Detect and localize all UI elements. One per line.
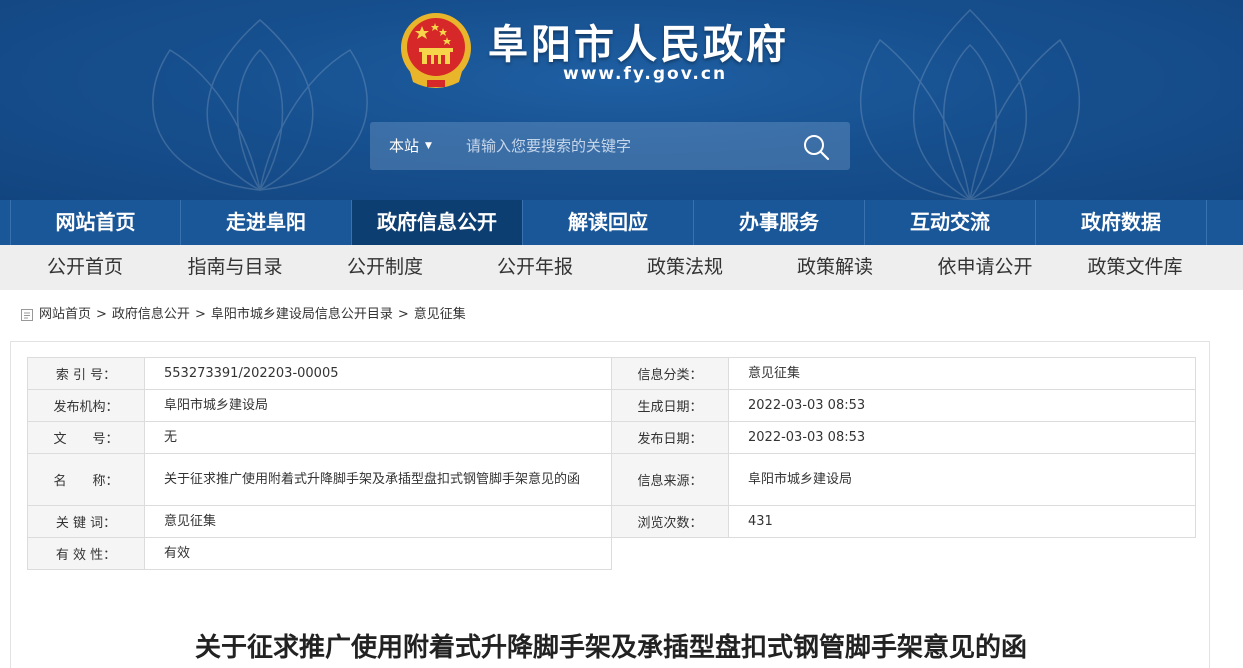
site-url: www.fy.gov.cn	[563, 64, 728, 84]
sub-nav-annual-report[interactable]: 公开年报	[460, 245, 610, 290]
nav-item-interaction[interactable]: 互动交流	[865, 200, 1036, 245]
search-icon[interactable]	[802, 133, 830, 161]
sub-nav-disclosure-home[interactable]: 公开首页	[10, 245, 160, 290]
lotus-decoration-left	[152, 19, 368, 192]
main-nav: 网站首页 走进阜阳 政府信息公开 解读回应 办事服务 互动交流 政府数据	[0, 200, 1243, 245]
table-row: 索 引 号： 553273391/202203-00005 信息分类： 意见征集	[27, 357, 1196, 390]
search-box: 本站 ▼	[370, 122, 850, 170]
sub-nav: 公开首页 指南与目录 公开制度 公开年报 政策法规 政策解读 依申请公开 政策文…	[0, 245, 1243, 290]
table-row: 文 号： 无 发布日期： 2022-03-03 08:53	[27, 421, 1196, 454]
sub-nav-disclosure-system[interactable]: 公开制度	[310, 245, 460, 290]
lotus-decoration-right	[859, 8, 1081, 200]
site-title: 阜阳市人民政府	[488, 22, 789, 68]
article-title: 关于征求推广使用附着式升降脚手架及承插型盘扣式钢管脚手架意见的函	[194, 633, 1027, 663]
breadcrumb-separator: >	[96, 307, 107, 322]
breadcrumb-separator: >	[397, 307, 409, 322]
index-no-label: 索 引 号：	[27, 357, 145, 390]
info-table: 索 引 号： 553273391/202203-00005 信息分类： 意见征集…	[27, 357, 1196, 570]
validity-value: 有效	[144, 537, 612, 570]
table-empty-cell	[612, 538, 1196, 570]
source-label: 信息来源：	[611, 453, 729, 506]
nav-item-about-fuyang[interactable]: 走进阜阳	[181, 200, 352, 245]
sub-nav-apply-disclosure[interactable]: 依申请公开	[910, 245, 1060, 290]
table-row: 关 键 词： 意见征集 浏览次数： 431	[27, 505, 1196, 538]
sub-nav-policy-library[interactable]: 政策文件库	[1060, 245, 1210, 290]
publisher-value: 阜阳市城乡建设局	[144, 389, 612, 422]
views-value: 431	[728, 505, 1196, 538]
published-date-value: 2022-03-03 08:53	[728, 421, 1196, 454]
doc-name-value: 关于征求推广使用附着式升降脚手架及承插型盘扣式钢管脚手架意见的函	[144, 453, 612, 506]
doc-no-value: 无	[144, 421, 612, 454]
search-scope-label: 本站	[389, 137, 420, 155]
nav-item-home[interactable]: 网站首页	[10, 200, 181, 245]
sub-nav-guide-catalog[interactable]: 指南与目录	[160, 245, 310, 290]
breadcrumb-separator: >	[194, 307, 206, 322]
caret-down-icon: ▼	[425, 141, 432, 151]
published-date-label: 发布日期：	[611, 421, 729, 454]
nav-item-gov-data[interactable]: 政府数据	[1036, 200, 1207, 245]
doc-name-label: 名 称：	[27, 453, 145, 506]
breadcrumb: 网站首页 > 政府信息公开 > 阜阳市城乡建设局信息公开目录 > 意见征集	[20, 306, 466, 324]
search-scope-dropdown[interactable]: 本站 ▼	[389, 122, 432, 170]
content-panel: 索 引 号： 553273391/202203-00005 信息分类： 意见征集…	[10, 341, 1210, 668]
index-no-value: 553273391/202203-00005	[144, 357, 612, 390]
table-row: 有 效 性： 有效	[27, 537, 1196, 570]
site-header: 阜阳市人民政府 www.fy.gov.cn 本站 ▼	[0, 0, 1243, 200]
category-label: 信息分类：	[611, 357, 729, 390]
sub-nav-policy-regulations[interactable]: 政策法规	[610, 245, 760, 290]
nav-item-interpretation[interactable]: 解读回应	[523, 200, 694, 245]
national-emblem-icon	[401, 13, 471, 88]
search-input[interactable]	[466, 132, 776, 160]
breadcrumb-current: 意见征集	[413, 307, 466, 322]
home-icon	[21, 309, 33, 321]
doc-no-label: 文 号：	[27, 421, 145, 454]
views-label: 浏览次数：	[611, 505, 729, 538]
validity-label: 有 效 性：	[27, 537, 145, 570]
sub-nav-policy-interpretation[interactable]: 政策解读	[760, 245, 910, 290]
publisher-label: 发布机构：	[27, 389, 145, 422]
table-row: 名 称： 关于征求推广使用附着式升降脚手架及承插型盘扣式钢管脚手架意见的函 信息…	[27, 453, 1196, 506]
category-value: 意见征集	[728, 357, 1196, 390]
keywords-value: 意见征集	[144, 505, 612, 538]
nav-item-services[interactable]: 办事服务	[694, 200, 865, 245]
breadcrumb-bureau-catalog[interactable]: 阜阳市城乡建设局信息公开目录	[211, 306, 393, 324]
created-date-label: 生成日期：	[611, 389, 729, 422]
keywords-label: 关 键 词：	[27, 505, 145, 538]
created-date-value: 2022-03-03 08:53	[728, 389, 1196, 422]
breadcrumb-gov-info[interactable]: 政府信息公开	[112, 306, 190, 324]
source-value: 阜阳市城乡建设局	[728, 453, 1196, 506]
table-row: 发布机构： 阜阳市城乡建设局 生成日期： 2022-03-03 08:53	[27, 389, 1196, 422]
nav-item-gov-info-disclosure[interactable]: 政府信息公开	[352, 200, 523, 245]
breadcrumb-home[interactable]: 网站首页	[39, 306, 91, 324]
